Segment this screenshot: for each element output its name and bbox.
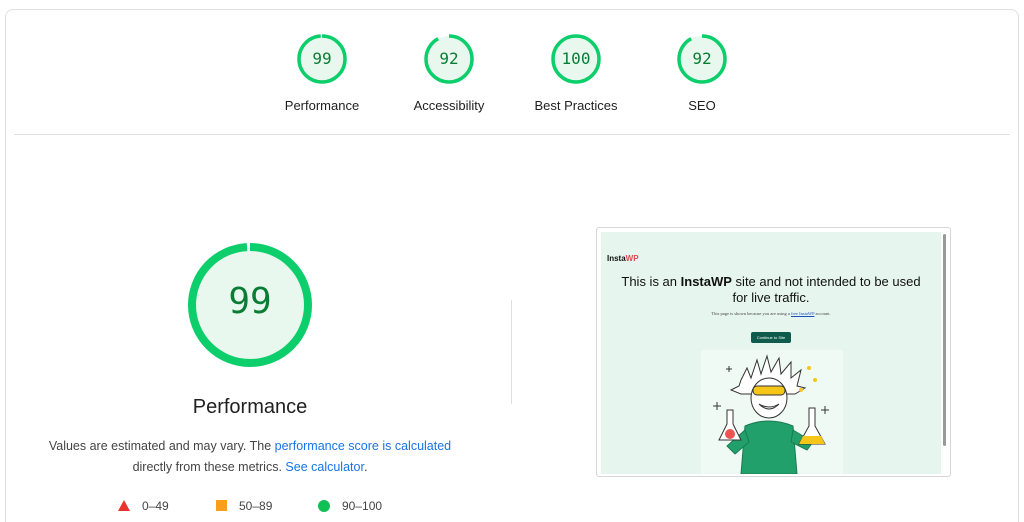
continue-button: Continue to Site — [751, 332, 791, 343]
gauge-label: SEO — [688, 98, 716, 113]
score-value: 99 — [312, 49, 332, 68]
legend-text: 90–100 — [342, 498, 383, 513]
score-value: 100 — [561, 49, 591, 68]
performance-score: 99 — [228, 281, 272, 322]
score-ring: 99 — [296, 33, 348, 85]
performance-gauge: 99 — [186, 241, 314, 369]
score-gauges: 99 Performance 92 Accessibility 100 Best… — [0, 0, 1024, 130]
legend-text: 50–89 — [239, 498, 273, 513]
screenshot-headline: This is an InstaWP site and not intended… — [621, 274, 921, 305]
score-ring: 92 — [423, 33, 475, 85]
final-screenshot[interactable]: InstaWP This is an InstaWP site and not … — [596, 227, 951, 477]
score-ring: 92 — [676, 33, 728, 85]
score-value: 92 — [439, 49, 459, 68]
scientist-illustration — [701, 350, 843, 474]
circle-icon — [318, 499, 330, 512]
score-value: 92 — [692, 49, 712, 68]
triangle-icon — [118, 500, 130, 512]
square-icon — [216, 500, 227, 512]
score-ring: 100 — [550, 33, 602, 85]
gauge-seo[interactable]: 92 SEO — [637, 33, 767, 123]
screenshot-scrollbar — [943, 234, 946, 446]
legend-pass: 90–100 — [318, 498, 382, 513]
performance-description: Values are estimated and may vary. The p… — [30, 436, 470, 478]
desc-text: . — [363, 460, 368, 474]
instawp-logo: InstaWP — [607, 254, 639, 263]
gauge-performance[interactable]: 99 Performance — [257, 33, 387, 123]
legend-text: 0–49 — [142, 498, 169, 513]
legend-fail: 0–49 — [118, 498, 169, 513]
gauge-best-practices[interactable]: 100 Best Practices — [511, 33, 641, 123]
legend-average: 50–89 — [216, 498, 272, 513]
section-divider — [14, 134, 1010, 135]
performance-title: Performance — [192, 396, 308, 418]
desc-text: Values are estimated and may vary. The — [48, 439, 275, 453]
gauge-accessibility[interactable]: 92 Accessibility — [384, 33, 514, 123]
screenshot-page: InstaWP This is an InstaWP site and not … — [601, 232, 941, 474]
gauge-label: Accessibility — [413, 98, 485, 113]
desc-text: directly from these metrics. — [132, 460, 286, 474]
screenshot-note: This page is shown because you are using… — [711, 311, 831, 316]
gauge-label: Performance — [284, 98, 360, 113]
vertical-divider — [511, 300, 512, 404]
gauge-label: Best Practices — [534, 98, 618, 113]
score-calculated-link[interactable]: performance score is calculated — [275, 439, 451, 453]
see-calculator-link[interactable]: See calculator — [285, 460, 364, 474]
